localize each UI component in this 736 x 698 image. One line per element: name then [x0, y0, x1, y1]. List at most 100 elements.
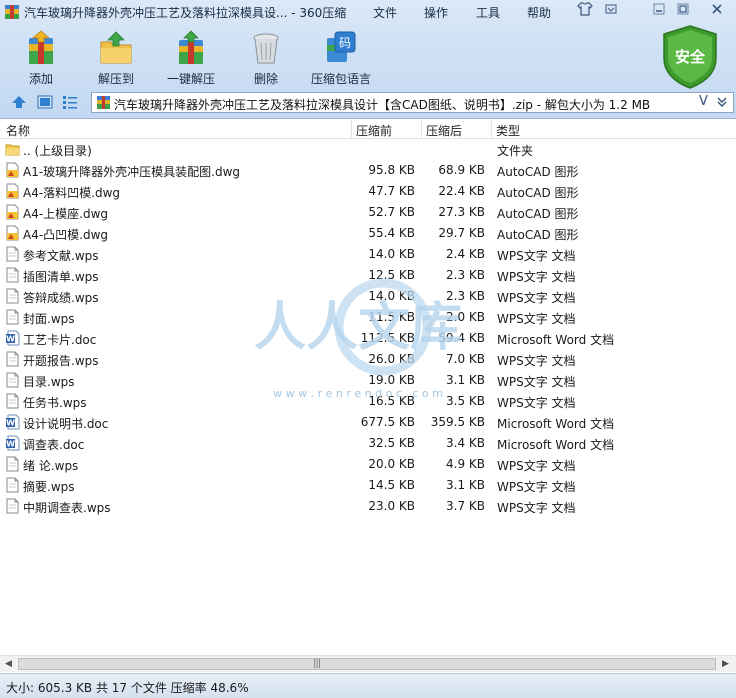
dwg-file-icon [5, 183, 20, 199]
file-size: 20.0 KB [368, 457, 415, 471]
file-row[interactable]: 开题报告.wps 26.0 KB 7.0 KB WPS文字 文档 [0, 349, 736, 370]
thumbnail-view-icon[interactable] [36, 94, 54, 110]
one-click-extract-button[interactable]: 一键解压 [155, 28, 227, 88]
wps-file-icon [5, 498, 20, 514]
wps-file-icon [5, 456, 20, 472]
window-chrome: 汽车玻璃升降器外壳冲压工艺及落料拉深模具设... - 360压缩 文件 操作 工… [0, 0, 736, 119]
file-name: 调查表.doc [23, 438, 85, 452]
dwg-file-icon [5, 162, 20, 178]
file-row[interactable]: W 调查表.doc 32.5 KB 3.4 KB Microsoft Word 文档 [0, 433, 736, 454]
scroll-left-icon[interactable]: ◀ [5, 659, 12, 669]
column-divider[interactable] [421, 120, 422, 138]
column-name[interactable]: 名称 [6, 122, 30, 139]
file-compressed-size: 3.7 KB [446, 499, 485, 513]
close-button[interactable] [706, 2, 728, 20]
file-type: WPS文字 文档 [497, 480, 576, 494]
extract-to-button[interactable]: 解压到 [80, 28, 152, 88]
address-bar[interactable]: 汽车玻璃升降器外壳冲压工艺及落料拉深模具设计【含CAD图纸、说明书】.zip -… [91, 92, 734, 113]
file-row[interactable]: 参考文献.wps 14.0 KB 2.4 KB WPS文字 文档 [0, 244, 736, 265]
file-row[interactable]: 插图清单.wps 12.5 KB 2.3 KB WPS文字 文档 [0, 265, 736, 286]
double-chevron-down-icon [717, 97, 727, 107]
file-row[interactable]: 绪 论.wps 20.0 KB 4.9 KB WPS文字 文档 [0, 454, 736, 475]
file-row[interactable]: 目录.wps 19.0 KB 3.1 KB WPS文字 文档 [0, 370, 736, 391]
file-size: 26.0 KB [368, 352, 415, 366]
file-type: 文件夹 [497, 144, 534, 158]
list-view-icon[interactable] [61, 94, 79, 110]
file-name: 中期调查表.wps [23, 501, 111, 515]
file-type: WPS文字 文档 [497, 270, 576, 284]
file-type: Microsoft Word 文档 [497, 417, 615, 431]
dwg-file-icon [5, 225, 20, 241]
file-type: WPS文字 文档 [497, 396, 576, 410]
file-name: 工艺卡片.doc [23, 333, 97, 347]
file-name: 设计说明书.doc [23, 417, 109, 431]
address-path: 汽车玻璃升降器外壳冲压工艺及落料拉深模具设计【含CAD图纸、说明书】.zip -… [114, 98, 651, 112]
wps-file-icon [5, 267, 20, 283]
parent-directory-row[interactable]: .. (上级目录) 文件夹 [0, 139, 736, 160]
security-label: 安全 [674, 48, 705, 66]
add-button[interactable]: 添加 [5, 28, 77, 88]
file-compressed-size: 359.5 KB [430, 415, 485, 429]
file-row[interactable]: W 工艺卡片.doc 112.5 KB 59.4 KB Microsoft Word 文… [0, 328, 736, 349]
file-size: 47.7 KB [368, 184, 415, 198]
extract-to-label: 解压到 [97, 72, 134, 86]
file-row[interactable]: W 设计说明书.doc 677.5 KB 359.5 KB Microsoft Word… [0, 412, 736, 433]
file-compressed-size: 22.4 KB [438, 184, 485, 198]
file-size: 19.0 KB [368, 373, 415, 387]
file-type: AutoCAD 图形 [497, 186, 579, 200]
file-type: WPS文字 文档 [497, 312, 576, 326]
file-row[interactable]: 中期调查表.wps 23.0 KB 3.7 KB WPS文字 文档 [0, 496, 736, 517]
file-row[interactable]: 摘要.wps 14.5 KB 3.1 KB WPS文字 文档 [0, 475, 736, 496]
file-row[interactable]: A4-落料凹模.dwg 47.7 KB 22.4 KB AutoCAD 图形 [0, 181, 736, 202]
menu-dropdown-icon[interactable] [600, 2, 622, 20]
file-compressed-size: 27.3 KB [438, 205, 485, 219]
one-click-extract-icon [179, 30, 203, 64]
skin-shirt-icon[interactable] [574, 2, 596, 20]
file-name: 插图清单.wps [23, 270, 99, 284]
column-type[interactable]: 类型 [496, 122, 520, 139]
maximize-button[interactable] [672, 2, 694, 20]
file-name: A4-落料凹模.dwg [23, 186, 121, 200]
window-title: 汽车玻璃升降器外壳冲压工艺及落料拉深模具设... - 360压缩 [24, 6, 347, 20]
minimize-button[interactable] [648, 2, 670, 20]
column-compressed[interactable]: 压缩后 [426, 122, 462, 139]
file-compressed-size: 29.7 KB [438, 226, 485, 240]
up-arrow-icon[interactable] [10, 94, 28, 110]
menu-tools[interactable]: 工具 [476, 4, 500, 21]
file-type: WPS文字 文档 [497, 291, 576, 305]
scrollbar-thumb[interactable]: ||| [18, 658, 716, 670]
word-file-icon: W [5, 414, 20, 430]
column-divider[interactable] [351, 120, 352, 138]
file-row[interactable]: 答辩成绩.wps 14.0 KB 2.3 KB WPS文字 文档 [0, 286, 736, 307]
file-row[interactable]: A1-玻璃升降器外壳冲压模具装配图.dwg 95.8 KB 68.9 KB AutoC… [0, 160, 736, 181]
column-size[interactable]: 压缩前 [356, 122, 392, 139]
delete-label: 删除 [253, 72, 278, 86]
file-size: 14.0 KB [368, 289, 415, 303]
menu-operate[interactable]: 操作 [424, 4, 448, 21]
menu-help[interactable]: 帮助 [527, 4, 551, 21]
file-row[interactable]: A4-凸凹模.dwg 55.4 KB 29.7 KB AutoCAD 图形 [0, 223, 736, 244]
file-list: .. (上级目录) 文件夹 A1-玻璃升降器外壳冲压模具装配图.dwg 95.8 KB… [0, 139, 736, 655]
status-bar: 大小: 605.3 KB 共 17 个文件 压缩率 48.6% [0, 673, 736, 698]
menu-file[interactable]: 文件 [373, 4, 397, 21]
file-row[interactable]: 任务书.wps 16.5 KB 3.5 KB WPS文字 文档 [0, 391, 736, 412]
file-type: Microsoft Word 文档 [497, 438, 615, 452]
security-shield[interactable]: 安全 [660, 24, 720, 90]
file-type: AutoCAD 图形 [497, 228, 579, 242]
file-type: WPS文字 文档 [497, 249, 576, 263]
file-size: 112.5 KB [360, 331, 415, 345]
file-compressed-size: 59.4 KB [438, 331, 485, 345]
delete-button[interactable]: 删除 [230, 28, 302, 88]
file-type: AutoCAD 图形 [497, 165, 579, 179]
archive-language-button[interactable]: 码 压缩包语言 [305, 28, 377, 88]
address-dropdown[interactable]: V [693, 93, 733, 112]
column-divider[interactable] [491, 120, 492, 138]
file-row[interactable]: 封面.wps 11.5 KB 2.0 KB WPS文字 文档 [0, 307, 736, 328]
scroll-right-icon[interactable]: ▶ [722, 659, 729, 669]
file-type: WPS文字 文档 [497, 354, 576, 368]
file-size: 12.5 KB [368, 268, 415, 282]
horizontal-scrollbar[interactable]: ◀ ||| ▶ [0, 655, 736, 672]
column-header: 名称 压缩前 压缩后 类型 [0, 119, 736, 139]
extract-folder-icon [100, 31, 132, 64]
file-row[interactable]: A4-上模座.dwg 52.7 KB 27.3 KB AutoCAD 图形 [0, 202, 736, 223]
